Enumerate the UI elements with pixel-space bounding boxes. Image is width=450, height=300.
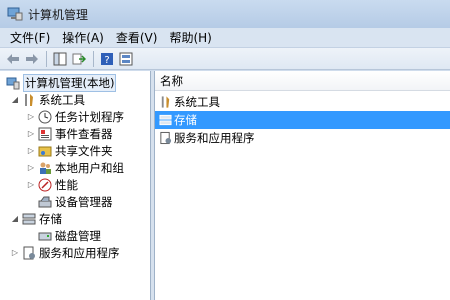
tree-item-label: 任务计划程序 — [55, 109, 124, 124]
storage-icon — [159, 113, 172, 127]
services-icon — [22, 246, 36, 260]
collapse-icon[interactable]: ◢ — [10, 95, 20, 105]
tree-item-label: 系统工具 — [39, 92, 85, 107]
forward-icon[interactable] — [23, 50, 41, 68]
expand-icon[interactable]: ▷ — [10, 248, 20, 258]
window-title: 计算机管理 — [28, 7, 89, 22]
tree-item-event-viewer[interactable]: ▷ 事件查看器 — [26, 125, 113, 142]
shared-folder-icon — [38, 144, 52, 158]
tree-item-services-applications[interactable]: ▷ 服务和应用程序 — [10, 244, 120, 261]
tree-item-device-manager[interactable]: 设备管理器 — [26, 193, 113, 210]
performance-icon — [38, 178, 52, 192]
help-icon[interactable]: ? — [98, 50, 116, 68]
tree-item-label: 磁盘管理 — [55, 228, 101, 243]
expand-icon[interactable]: ▷ — [26, 112, 36, 122]
list-item-system-tools[interactable]: 系统工具 — [155, 93, 450, 111]
toolbar-separator — [93, 50, 94, 67]
back-icon[interactable] — [4, 50, 22, 68]
menu-view[interactable]: 查看(V) — [110, 29, 164, 46]
tree-root[interactable]: 计算机管理(本地) — [6, 73, 117, 92]
tree-item-label: 设备管理器 — [55, 194, 113, 209]
tree-item-label: 共享文件夹 — [55, 143, 113, 158]
menu-file[interactable]: 文件(F) — [4, 29, 56, 46]
event-viewer-icon — [38, 127, 52, 141]
title-bar: 计算机管理 — [0, 0, 450, 28]
expand-icon[interactable]: ▷ — [26, 163, 36, 173]
no-expander — [26, 197, 36, 207]
computer-management-icon — [7, 6, 23, 22]
svg-text:?: ? — [104, 55, 109, 66]
tree-item-label: 事件查看器 — [55, 126, 113, 141]
clock-icon — [38, 110, 52, 124]
computer-management-icon — [6, 76, 20, 90]
users-icon — [38, 161, 52, 175]
show-hide-tree-icon[interactable] — [51, 50, 69, 68]
tools-icon — [22, 93, 36, 107]
toolbar-separator — [46, 50, 47, 67]
services-icon — [159, 131, 172, 145]
device-manager-icon — [38, 195, 52, 209]
expand-icon[interactable]: ▷ — [26, 180, 36, 190]
column-header-name[interactable]: 名称 — [155, 71, 450, 91]
column-header-label: 名称 — [160, 73, 183, 88]
list-item-label: 服务和应用程序 — [174, 131, 255, 145]
details-list[interactable]: 名称 系统工具 存储 服务和应用程序 — [155, 71, 450, 300]
tree-item-task-scheduler[interactable]: ▷ 任务计划程序 — [26, 108, 124, 125]
expand-icon[interactable]: ▷ — [26, 129, 36, 139]
list-item-services-applications[interactable]: 服务和应用程序 — [155, 129, 450, 147]
menu-action[interactable]: 操作(A) — [56, 29, 110, 46]
tree-item-label: 性能 — [55, 177, 78, 192]
tree-item-label: 服务和应用程序 — [39, 245, 120, 260]
tree-root-label: 计算机管理(本地) — [23, 73, 117, 92]
tree-item-label: 存储 — [39, 211, 62, 226]
tree-item-storage[interactable]: ◢ 存储 — [10, 210, 62, 227]
export-list-icon[interactable] — [70, 50, 88, 68]
tree-item-performance[interactable]: ▷ 性能 — [26, 176, 78, 193]
toolbar: ? — [0, 48, 450, 70]
menu-bar: 文件(F) 操作(A) 查看(V) 帮助(H) — [0, 28, 450, 48]
storage-icon — [22, 212, 36, 226]
tree-item-system-tools[interactable]: ◢ 系统工具 — [10, 91, 85, 108]
tree-item-label: 本地用户和组 — [55, 160, 124, 175]
no-expander — [26, 231, 36, 241]
list-item-label: 存储 — [174, 113, 197, 127]
tree-item-shared-folders[interactable]: ▷ 共享文件夹 — [26, 142, 113, 159]
tree-item-disk-management[interactable]: 磁盘管理 — [26, 227, 101, 244]
expand-icon[interactable]: ▷ — [26, 146, 36, 156]
console-tree[interactable]: 计算机管理(本地) ◢ 系统工具 ▷ 任务计划程序 ▷ 事件查看器 ▷ 共享文件… — [0, 71, 151, 300]
tools-icon — [159, 95, 172, 109]
collapse-icon[interactable]: ◢ — [10, 214, 20, 224]
properties-icon[interactable] — [117, 50, 135, 68]
list-item-label: 系统工具 — [174, 95, 220, 109]
disk-icon — [38, 229, 52, 243]
menu-help[interactable]: 帮助(H) — [163, 29, 217, 46]
tree-item-local-users-groups[interactable]: ▷ 本地用户和组 — [26, 159, 124, 176]
list-item-storage[interactable]: 存储 — [155, 111, 450, 129]
